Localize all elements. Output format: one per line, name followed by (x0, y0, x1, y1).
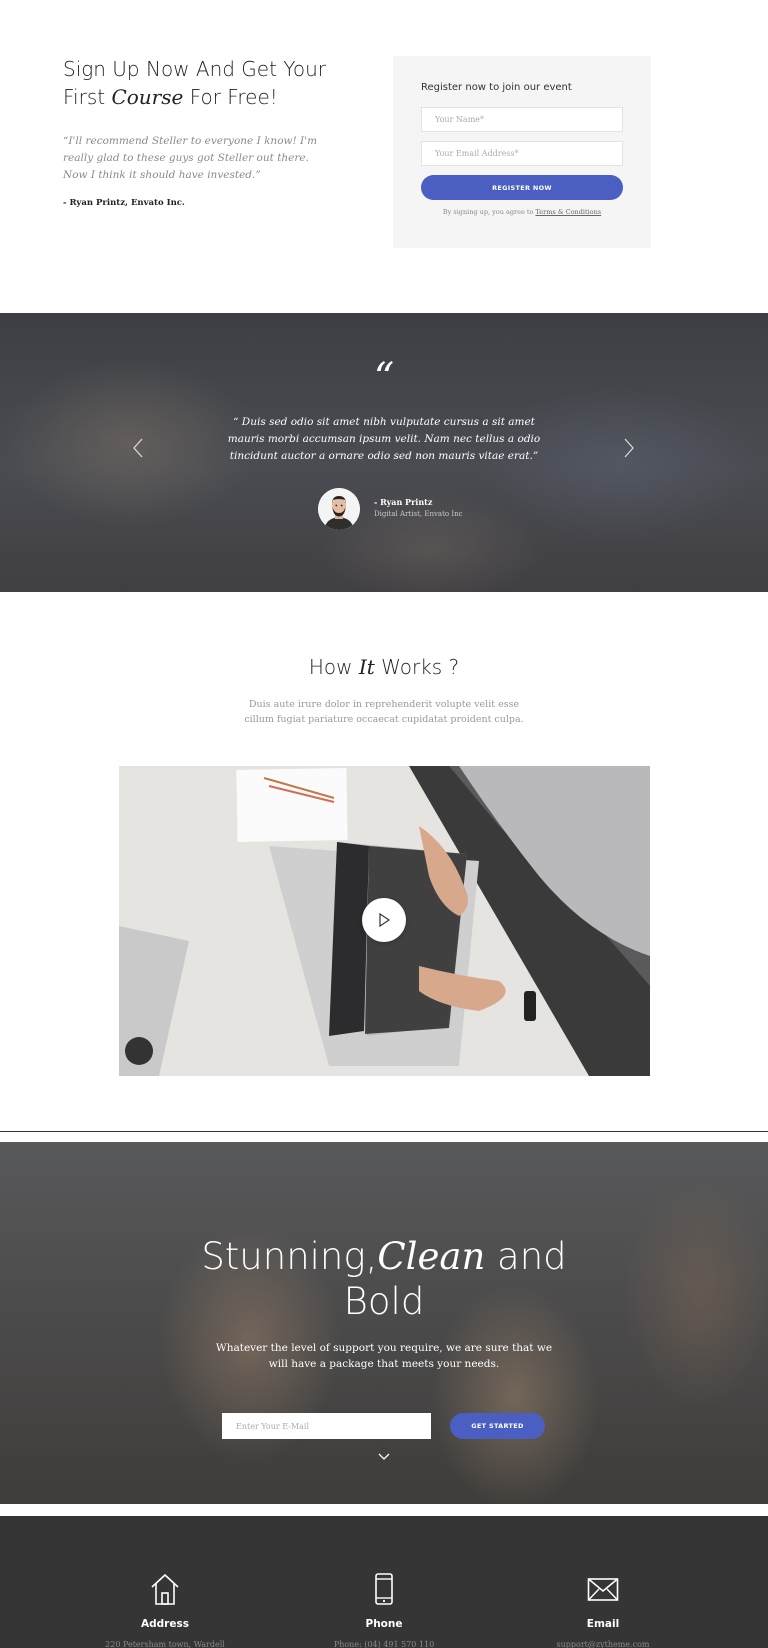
how-it-works-section: How It Works ? Duis aute irure dolor in … (0, 592, 768, 1130)
contact-value-address: 220 Petersham town, Wardell (105, 1640, 225, 1648)
chevron-right-icon[interactable] (622, 437, 636, 459)
register-terms: By signing up, you agree to Terms & Cond… (421, 208, 623, 216)
chevron-down-icon[interactable] (377, 1449, 391, 1460)
how-title-post: Works ? (374, 655, 460, 679)
play-icon (379, 912, 391, 928)
video-thumbnail[interactable] (119, 766, 650, 1076)
signup-section: Sign Up Now And Get Your First Course Fo… (0, 0, 768, 313)
register-form-heading: Register now to join our event (421, 82, 572, 93)
contact-value-email: support@zytheme.com (556, 1640, 650, 1648)
contact-label-phone: Phone (365, 1618, 403, 1630)
contact-label-email: Email (586, 1618, 620, 1630)
how-title-emphasis: It (358, 655, 375, 679)
how-it-works-description: Duis aute irure dolor in reprehenderit v… (244, 699, 524, 725)
hero-cta-section: Stunning,Clean and Bold Whatever the lev… (0, 1142, 768, 1504)
register-now-button[interactable]: Register Now (421, 175, 623, 200)
testimonial-author-role: Digital Artist, Envato Inc (374, 510, 463, 518)
hero-title-emphasis: Clean (377, 1235, 486, 1278)
name-field[interactable] (421, 107, 623, 132)
hero-title: Stunning,Clean and Bold (184, 1234, 584, 1324)
register-form: Register now to join our event Register … (393, 56, 651, 248)
signup-intro: Sign Up Now And Get Your First Course Fo… (63, 55, 333, 208)
section-divider (0, 1131, 768, 1132)
how-title-pre: How (308, 655, 359, 679)
quote-mark-icon: “ (373, 355, 395, 401)
mobile-phone-icon (368, 1572, 400, 1606)
testimonial-slider: “ “ Duis sed odio sit amet nibh vulputat… (0, 313, 768, 592)
hero-email-input[interactable] (222, 1413, 431, 1439)
contact-label-address: Address (141, 1618, 189, 1630)
get-started-button[interactable]: Get Started (450, 1413, 545, 1439)
signup-title-pre: First (63, 85, 112, 109)
testimonial-author-name: - Ryan Printz (374, 497, 433, 507)
home-icon (149, 1572, 181, 1606)
signup-title-line1: Sign Up Now And Get Your (63, 57, 326, 81)
envelope-icon (587, 1572, 619, 1606)
chevron-left-icon[interactable] (131, 437, 145, 459)
signup-quote-author: - Ryan Printz, Envato Inc. (63, 198, 185, 208)
avatar (318, 488, 360, 530)
signup-quote: “I'll recommend Steller to everyone I kn… (63, 135, 318, 181)
terms-conditions-link[interactable]: Terms & Conditions (535, 208, 601, 216)
testimonial-text: “ Duis sed odio sit amet nibh vulputate … (227, 416, 541, 462)
email-field[interactable] (421, 141, 623, 166)
signup-title: Sign Up Now And Get Your First Course Fo… (63, 55, 333, 111)
signup-title-emphasis: Course (111, 85, 184, 109)
hero-subtitle: Whatever the level of support you requir… (215, 1342, 553, 1370)
how-it-works-title: How It Works ? (0, 655, 768, 679)
hero-title-pre: Stunning, (201, 1235, 378, 1278)
contact-value-phone: Phone: (04) 491 570 110 (333, 1640, 435, 1648)
play-button[interactable] (362, 898, 406, 942)
terms-prefix: By signing up, you agree to (442, 208, 536, 216)
contact-section: Address 220 Petersham town, Wardell Phon… (0, 1516, 768, 1648)
signup-title-post: For Free! (183, 85, 278, 109)
